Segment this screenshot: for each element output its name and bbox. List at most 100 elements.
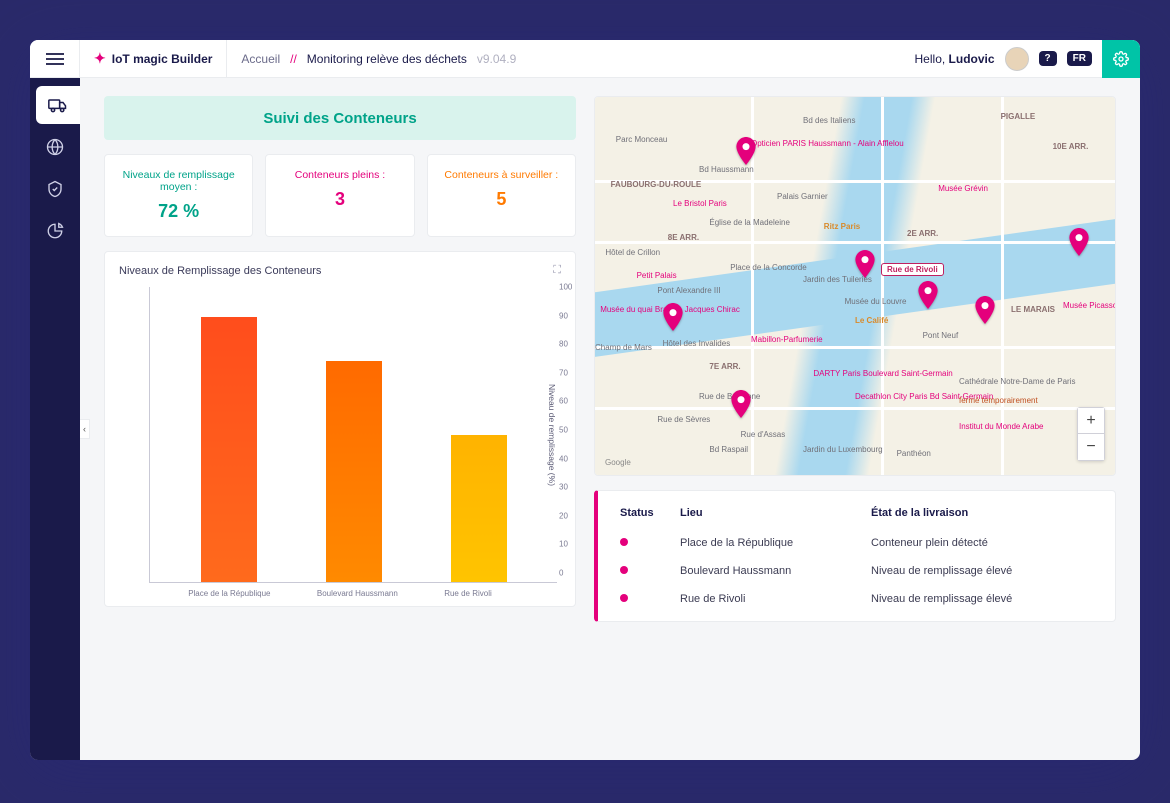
status-dot-icon bbox=[620, 594, 628, 602]
poi: Hôtel de Crillon bbox=[605, 248, 660, 257]
table-row[interactable]: Rue de Rivoli Niveau de remplissage élev… bbox=[614, 585, 1099, 613]
tick: 20 bbox=[559, 511, 587, 520]
globe-icon bbox=[46, 138, 64, 156]
kpi-row: Niveaux de remplissage moyen : 72 % Cont… bbox=[104, 154, 576, 237]
zoom-in-button[interactable]: + bbox=[1078, 408, 1104, 434]
map-attribution: Google bbox=[605, 458, 631, 467]
cell-etat: Niveau de remplissage élevé bbox=[865, 557, 1099, 585]
brand: ✦ IoT magic Builder bbox=[80, 40, 227, 77]
poi: Bd Raspail bbox=[709, 445, 748, 454]
poi: Palais Garnier bbox=[777, 192, 828, 201]
chart-title: Niveaux de Remplissage des Conteneurs bbox=[119, 265, 321, 277]
map-pin[interactable] bbox=[974, 296, 996, 324]
map-pin[interactable] bbox=[1068, 228, 1090, 256]
expand-chart-button[interactable]: ⛶ bbox=[553, 264, 561, 277]
poi: Rue d'Assas bbox=[741, 430, 786, 439]
table-card: Status Lieu État de la livraison Place d… bbox=[594, 490, 1116, 622]
poi: LE MARAIS bbox=[1011, 305, 1055, 314]
x-label: Place de la République bbox=[188, 589, 270, 598]
poi: FAUBOURG-DU-ROULE bbox=[611, 180, 702, 189]
th-etat: État de la livraison bbox=[865, 503, 1099, 529]
kpi-value: 72 % bbox=[113, 201, 244, 222]
menu-toggle-button[interactable] bbox=[30, 40, 80, 77]
sidebar-item-globe[interactable] bbox=[36, 128, 74, 166]
pie-chart-icon bbox=[46, 222, 64, 240]
topbar: ✦ IoT magic Builder Accueil // Monitorin… bbox=[30, 40, 1140, 78]
poi: Petit Palais bbox=[637, 271, 677, 280]
brand-label: IoT magic Builder bbox=[112, 52, 213, 66]
poi: Hôtel des Invalides bbox=[663, 339, 731, 348]
breadcrumb-home[interactable]: Accueil bbox=[241, 52, 280, 66]
map-pin[interactable] bbox=[854, 250, 876, 278]
settings-button[interactable] bbox=[1102, 40, 1140, 78]
tick: 40 bbox=[559, 454, 587, 463]
kpi-avg-fill: Niveaux de remplissage moyen : 72 % bbox=[104, 154, 253, 237]
kpi-value: 3 bbox=[274, 189, 405, 210]
zoom-out-button[interactable]: − bbox=[1078, 434, 1104, 460]
poi: Champ de Mars bbox=[595, 343, 652, 352]
poi: Bd des Italiens bbox=[803, 116, 855, 125]
kpi-label: Conteneurs à surveiller : bbox=[436, 169, 567, 181]
chart-card: Niveaux de Remplissage des Conteneurs ⛶ … bbox=[104, 251, 576, 607]
tick: 70 bbox=[559, 368, 587, 377]
th-lieu: Lieu bbox=[674, 503, 865, 529]
table-row[interactable]: Place de la République Conteneur plein d… bbox=[614, 529, 1099, 557]
poi: Panthéon bbox=[897, 449, 931, 458]
greeting: Hello, Ludovic bbox=[915, 52, 995, 66]
page-title: Suivi des Conteneurs bbox=[104, 96, 576, 140]
poi: Cathédrale Notre-Dame de Paris bbox=[959, 377, 1076, 386]
avatar[interactable] bbox=[1005, 47, 1029, 71]
status-dot-icon bbox=[620, 538, 628, 546]
map-card[interactable]: FAUBOURG-DU-ROULE 8E ARR. 7E ARR. 2E ARR… bbox=[594, 96, 1116, 476]
table-row[interactable]: Boulevard Haussmann Niveau de remplissag… bbox=[614, 557, 1099, 585]
map-canvas[interactable]: FAUBOURG-DU-ROULE 8E ARR. 7E ARR. 2E ARR… bbox=[595, 97, 1115, 475]
bars bbox=[150, 287, 557, 582]
x-labels: Place de la République Boulevard Haussma… bbox=[149, 589, 531, 598]
map-pin[interactable] bbox=[735, 137, 757, 165]
lang-button[interactable]: FR bbox=[1067, 51, 1092, 66]
bar-haussmann[interactable] bbox=[326, 361, 382, 582]
poi: fermé temporairement bbox=[959, 396, 1038, 405]
map-pin[interactable] bbox=[917, 281, 939, 309]
poi: Institut du Monde Arabe bbox=[959, 422, 1044, 431]
poi: Bd Haussmann bbox=[699, 165, 754, 174]
poi: Musée Picasso bbox=[1063, 301, 1116, 310]
poi: Pont Neuf bbox=[923, 331, 959, 340]
tick: 80 bbox=[559, 340, 587, 349]
poi: Le Bristol Paris bbox=[673, 199, 727, 208]
map-pin[interactable] bbox=[730, 390, 752, 418]
breadcrumb-version: v9.04.9 bbox=[477, 52, 516, 66]
tick: 90 bbox=[559, 311, 587, 320]
tick: 50 bbox=[559, 425, 587, 434]
zoom-controls: + − bbox=[1077, 407, 1105, 461]
map-callout[interactable]: Rue de Rivoli bbox=[881, 263, 944, 276]
map-pin[interactable] bbox=[662, 303, 684, 331]
poi: Le Califé bbox=[855, 316, 888, 325]
topbar-right: Hello, Ludovic ? FR bbox=[915, 40, 1140, 77]
sidebar-item-security[interactable] bbox=[36, 170, 74, 208]
left-column: Suivi des Conteneurs Niveaux de rempliss… bbox=[104, 96, 576, 673]
sidebar-collapse-button[interactable]: ‹ bbox=[80, 419, 90, 439]
breadcrumb-sep: // bbox=[290, 52, 297, 66]
poi: 2E ARR. bbox=[907, 229, 938, 238]
kpi-value: 5 bbox=[436, 189, 567, 210]
breadcrumb-current: Monitoring relève des déchets bbox=[307, 52, 467, 66]
kpi-full-containers: Conteneurs pleins : 3 bbox=[265, 154, 414, 237]
status-table: Status Lieu État de la livraison Place d… bbox=[614, 503, 1099, 613]
chart-body: 100 90 80 70 60 50 40 30 20 10 0 bbox=[119, 283, 561, 583]
poi: Pont Alexandre III bbox=[657, 286, 720, 295]
poi: Opticien PARIS Haussmann - Alain Afflelo… bbox=[751, 139, 904, 148]
bar-republique[interactable] bbox=[201, 317, 257, 583]
cell-etat: Conteneur plein détecté bbox=[865, 529, 1099, 557]
y-ticks: 100 90 80 70 60 50 40 30 20 10 0 bbox=[559, 287, 587, 582]
poi: 7E ARR. bbox=[709, 362, 740, 371]
x-label: Rue de Rivoli bbox=[444, 589, 492, 598]
poi: 10E ARR. bbox=[1053, 142, 1089, 151]
sidebar-item-fleet[interactable] bbox=[36, 86, 80, 124]
sidebar-item-reports[interactable] bbox=[36, 212, 74, 250]
help-button[interactable]: ? bbox=[1039, 51, 1057, 66]
poi: Musée du Louvre bbox=[845, 297, 907, 306]
kpi-label: Conteneurs pleins : bbox=[274, 169, 405, 181]
bar-rivoli[interactable] bbox=[451, 435, 507, 583]
right-column: FAUBOURG-DU-ROULE 8E ARR. 7E ARR. 2E ARR… bbox=[594, 96, 1116, 673]
